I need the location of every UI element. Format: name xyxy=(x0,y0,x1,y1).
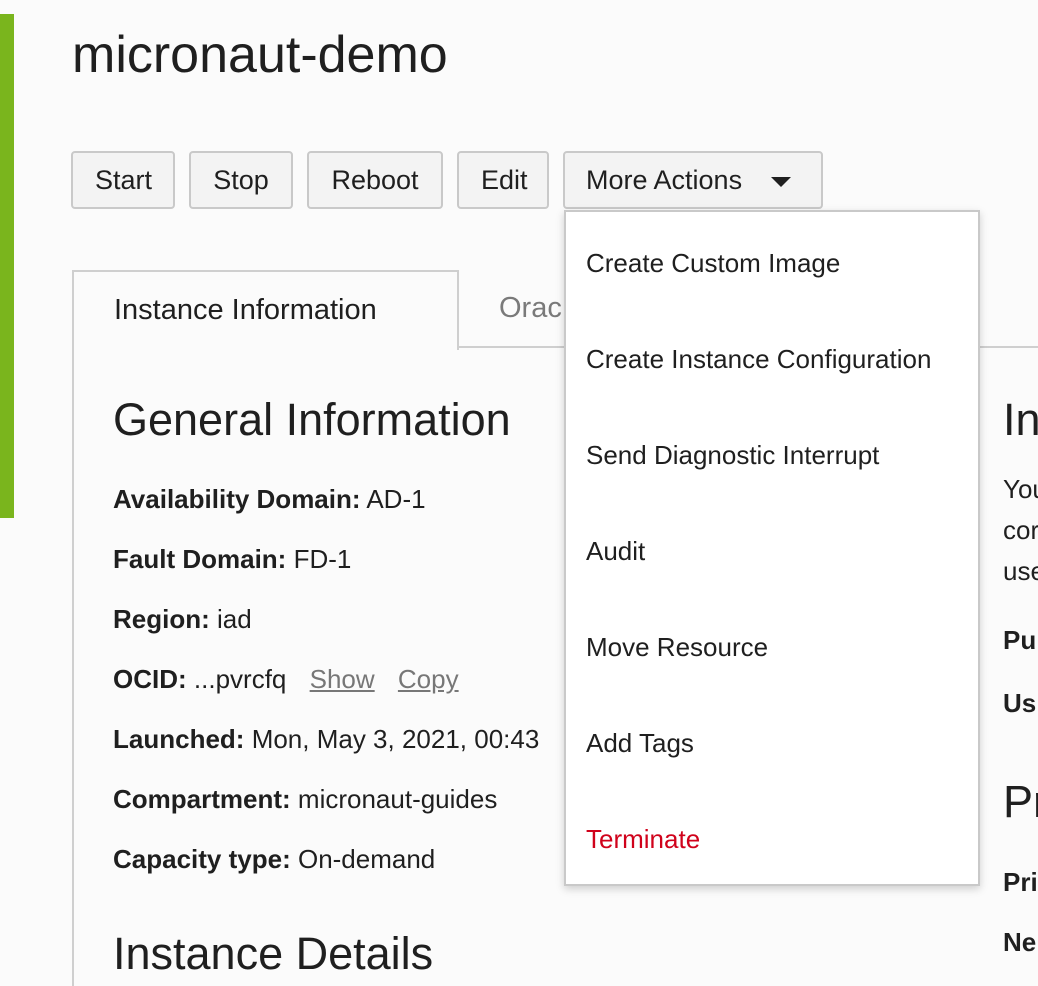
field-value: micronaut-guides xyxy=(297,784,498,814)
menu-item-send-diagnostic-interrupt[interactable]: Send Diagnostic Interrupt xyxy=(586,439,879,471)
field-label: Region: xyxy=(113,604,210,634)
caret-down-icon xyxy=(771,177,791,187)
tab-oracle[interactable]: Orac xyxy=(499,292,562,325)
right-column-heading: In xyxy=(1003,394,1038,445)
ocid-copy-link[interactable]: Copy xyxy=(398,664,459,694)
availability-domain-row: Availability Domain: AD-1 xyxy=(113,483,426,515)
field-label: OCID: xyxy=(113,664,187,694)
more-actions-menu: Create Custom Image Create Instance Conf… xyxy=(564,210,980,886)
menu-item-move-resource[interactable]: Move Resource xyxy=(586,631,768,663)
field-value: On-demand xyxy=(297,844,436,874)
field-label: Fault Domain: xyxy=(113,544,287,574)
stop-button[interactable]: Stop xyxy=(189,151,293,209)
region-row: Region: iad xyxy=(113,603,252,635)
field-label: Availability Domain: xyxy=(113,484,361,514)
capacity-type-row: Capacity type: On-demand xyxy=(113,843,435,875)
menu-item-audit[interactable]: Audit xyxy=(586,535,645,567)
field-value: iad xyxy=(217,604,252,634)
reboot-button[interactable]: Reboot xyxy=(307,151,443,209)
field-value: AD-1 xyxy=(366,484,426,514)
more-actions-label: More Actions xyxy=(586,165,743,195)
accent-bar xyxy=(0,14,14,518)
compartment-row: Compartment: micronaut-guides xyxy=(113,783,497,815)
launched-row: Launched: Mon, May 3, 2021, 00:43 xyxy=(113,723,539,755)
right-column-heading-2: Pr xyxy=(1003,776,1038,827)
right-column-label: Pri xyxy=(1003,867,1038,897)
tab-label: Instance Information xyxy=(114,294,377,326)
field-value: ...pvrcfq xyxy=(193,664,287,694)
fault-domain-row: Fault Domain: FD-1 xyxy=(113,543,351,575)
menu-item-create-instance-configuration[interactable]: Create Instance Configuration xyxy=(586,343,931,375)
instance-details-heading: Instance Details xyxy=(113,928,434,979)
right-column-text-line: cor xyxy=(1003,515,1038,545)
edit-button[interactable]: Edit xyxy=(457,151,549,209)
menu-item-create-custom-image[interactable]: Create Custom Image xyxy=(586,247,840,279)
right-column-text-line: use xyxy=(1003,556,1038,586)
page-title: micronaut-demo xyxy=(72,26,448,84)
field-value: FD-1 xyxy=(293,544,352,574)
field-value: Mon, May 3, 2021, 00:43 xyxy=(251,724,540,754)
field-label: Launched: xyxy=(113,724,245,754)
ocid-show-link[interactable]: Show xyxy=(310,664,375,694)
right-column-label: Us xyxy=(1003,688,1037,718)
general-information-heading: General Information xyxy=(113,394,511,445)
right-column-text-line: You xyxy=(1003,474,1038,504)
menu-item-add-tags[interactable]: Add Tags xyxy=(586,727,694,759)
ocid-row: OCID: ...pvrcfq Show Copy xyxy=(113,663,459,695)
right-column-label: Pu xyxy=(1003,625,1037,655)
right-column-label: Ne xyxy=(1003,927,1037,957)
field-label: Capacity type: xyxy=(113,844,291,874)
start-button[interactable]: Start xyxy=(71,151,175,209)
tab-instance-information[interactable]: Instance Information xyxy=(72,270,459,350)
menu-item-terminate[interactable]: Terminate xyxy=(586,823,700,855)
more-actions-button[interactable]: More Actions xyxy=(563,151,823,209)
field-label: Compartment: xyxy=(113,784,291,814)
